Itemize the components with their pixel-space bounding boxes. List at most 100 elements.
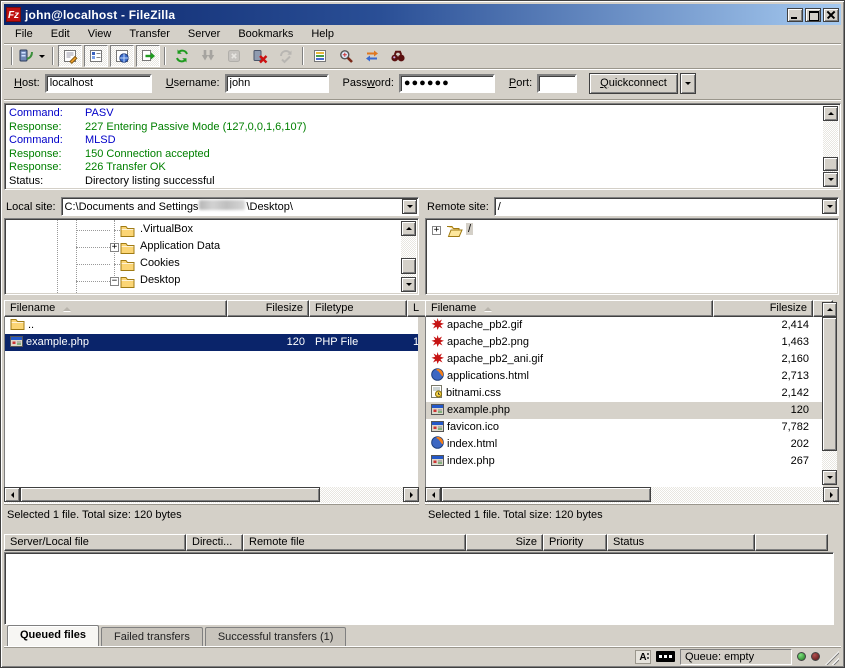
tab-failed-transfers[interactable]: Failed transfers [101,627,203,646]
local-site-path: C:\Documents and Settings\Desktop\ [65,200,293,213]
file-row[interactable]: apache_pb2.gif2,414 [426,317,823,334]
local-site-combobox[interactable]: C:\Documents and Settings\Desktop\ [61,197,419,216]
scroll-thumb[interactable] [822,317,837,451]
data-type-indicator-icon[interactable]: A [635,650,651,664]
find-files-button[interactable] [386,45,410,67]
file-row[interactable]: bitnami.css2,142 [426,385,823,402]
queue-column-header[interactable]: Directi... [186,534,243,551]
file-row[interactable]: index.php267 [426,453,823,470]
resize-grip[interactable] [825,651,839,665]
scroll-up-button[interactable] [401,221,416,236]
toggle-message-log-button[interactable] [58,45,82,67]
toggle-local-tree-button[interactable] [84,45,108,67]
scroll-left-button[interactable] [4,487,20,502]
tree-collapse-icon[interactable]: − [110,277,119,286]
html-file-icon [431,436,444,453]
remote-column-header[interactable]: Filesize [713,300,813,317]
file-row[interactable]: apache_pb2.png1,463 [426,334,823,351]
local-site-dropdown-arrow[interactable] [402,199,417,214]
tree-expand-icon[interactable]: + [110,243,119,252]
site-manager-button[interactable] [17,45,48,67]
menu-file[interactable]: File [6,26,42,43]
tree-expand-icon[interactable]: + [432,226,441,235]
menu-view[interactable]: View [79,26,121,43]
file-row[interactable]: apache_pb2_ani.gif2,160 [426,351,823,368]
file-row[interactable]: favicon.ico7,782 [426,419,823,436]
local-column-header[interactable]: Filesize [227,300,309,317]
remote-site-dropdown-arrow[interactable] [822,199,837,214]
quickconnect-dropdown-button[interactable] [680,73,696,94]
scroll-thumb[interactable] [401,258,416,274]
menu-help[interactable]: Help [302,26,343,43]
scroll-down-button[interactable] [822,470,837,485]
remote-site-combobox[interactable]: / [494,197,839,216]
cancel-operation-button[interactable] [222,45,246,67]
host-input[interactable] [45,74,152,93]
queue-column-header[interactable]: Remote file [243,534,466,551]
scroll-thumb[interactable] [20,487,320,502]
reconnect-button[interactable] [274,45,298,67]
menu-bookmarks[interactable]: Bookmarks [229,26,302,43]
queue-column-header[interactable]: Server/Local file [4,534,186,551]
menu-transfer[interactable]: Transfer [120,26,179,43]
tree-item[interactable]: .VirtualBox [6,222,401,239]
local-tree-vscrollbar[interactable] [401,221,416,292]
synchronized-browsing-button[interactable] [360,45,384,67]
local-list-hscrollbar[interactable] [4,487,419,503]
file-row[interactable]: example.php120 [426,402,823,419]
minimize-button[interactable] [787,8,803,22]
password-input[interactable] [399,74,495,93]
toggle-remote-tree-icon [114,48,130,64]
quickconnect-button[interactable]: Quickconnect [589,73,678,94]
window-title: john@localhost - FileZilla [25,8,785,22]
tree-item[interactable]: +Application Data [6,239,401,256]
remote-column-header[interactable]: Filename [425,300,713,317]
toggle-remote-tree-button[interactable] [110,45,134,67]
process-queue-button[interactable] [196,45,220,67]
queue-column-header[interactable] [755,534,828,551]
toggle-transfer-queue-button[interactable] [136,45,160,67]
remote-list-hscrollbar[interactable] [425,487,839,503]
local-column-header[interactable]: Filetype [309,300,407,317]
speed-limit-icon[interactable] [656,651,675,662]
tree-item[interactable]: Cookies [6,256,401,273]
tab-queued-files[interactable]: Queued files [7,625,99,646]
file-row[interactable]: index.html202 [426,436,823,453]
scroll-down-button[interactable] [823,172,838,187]
menu-edit[interactable]: Edit [42,26,79,43]
scroll-down-button[interactable] [401,277,416,292]
menu-server[interactable]: Server [179,26,229,43]
queue-column-header[interactable]: Status [607,534,755,551]
scroll-right-button[interactable] [403,487,419,502]
port-input[interactable] [537,74,577,93]
tree-item[interactable]: +/ [427,222,837,239]
tree-item[interactable]: −Desktop [6,273,401,290]
username-input[interactable] [225,74,329,93]
remote-list-vscrollbar[interactable] [822,302,837,485]
maximize-button[interactable] [805,8,821,22]
toolbar-separator [302,47,304,65]
scroll-up-button[interactable] [822,302,837,317]
queue-column-header[interactable]: Priority [543,534,607,551]
filter-button[interactable] [308,45,332,67]
scroll-up-button[interactable] [823,106,838,121]
queue-column-header[interactable]: Size [466,534,543,551]
close-button[interactable] [823,8,839,22]
disconnect-button[interactable] [248,45,272,67]
file-row[interactable]: example.php120PHP File1 [5,334,418,351]
scroll-thumb[interactable] [441,487,651,502]
directory-comparison-button[interactable] [334,45,358,67]
toolbar-dropdown-arrow[interactable] [36,46,47,66]
scroll-left-button[interactable] [425,487,441,502]
log-vscrollbar[interactable] [823,106,838,187]
file-row[interactable]: .. [5,317,418,334]
log-line: Response:226 Transfer OK [9,161,820,175]
refresh-button[interactable] [170,45,194,67]
tab-successful-transfers[interactable]: Successful transfers (1) [205,627,347,646]
local-column-header[interactable]: Filename [4,300,227,317]
scroll-right-button[interactable] [823,487,839,502]
remote-site-path: / [498,201,501,213]
transfer-queue-body[interactable] [4,552,834,625]
file-row[interactable]: applications.html2,713 [426,368,823,385]
scroll-thumb[interactable] [823,157,838,171]
